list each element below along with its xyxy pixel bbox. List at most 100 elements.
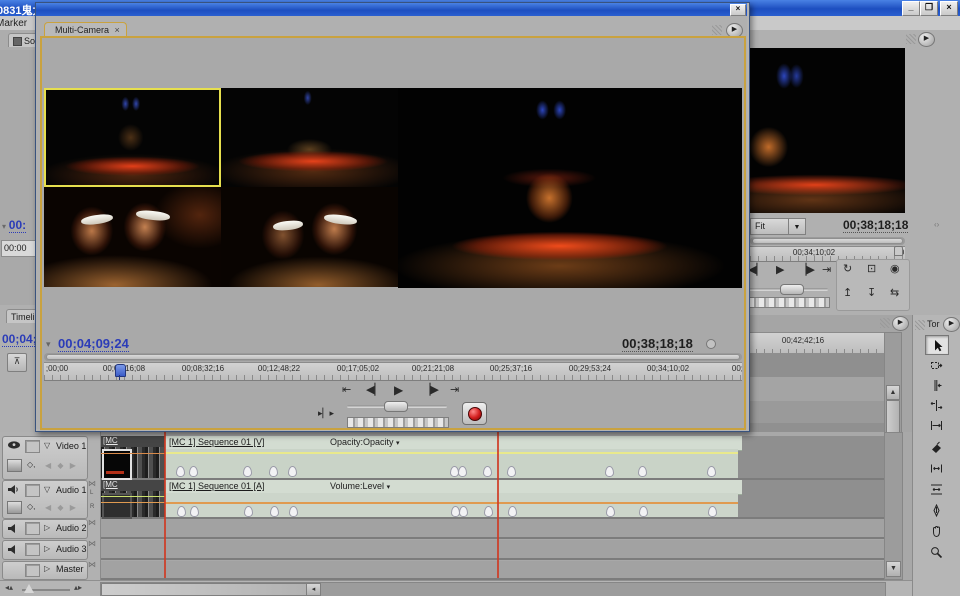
program-playhead[interactable] [894,246,903,256]
keyframe-marker[interactable] [605,466,614,477]
program-shuttle-handle[interactable] [780,284,804,295]
tool-pen[interactable] [925,501,947,519]
record-button[interactable] [462,402,487,425]
program-jog-disk[interactable] [748,297,830,308]
camera-2-preview[interactable] [221,88,398,187]
goto-out-button[interactable]: ⇥ [450,383,459,397]
play-button[interactable]: ▶ [394,383,403,397]
timeline-vscrollbar-lower[interactable]: ▼ [884,432,903,580]
keyframe-marker[interactable] [508,506,517,517]
output-button[interactable]: ◉ [890,262,900,276]
tab-timeline[interactable]: Timeli [6,309,38,323]
tool-selection[interactable] [925,335,949,355]
program-play-button[interactable]: ▶ [776,263,784,277]
video-clip-2[interactable]: [MC 1] Sequence 01 [V] Opacity:Opacity ▾ [165,436,738,478]
keyframe-marker[interactable] [708,506,717,517]
step-forward-button[interactable]: ▕▶ [422,383,439,397]
clip-effect-selector[interactable]: Opacity:Opacity ▾ [330,437,400,447]
program-panel-menu-button[interactable]: ▶ [918,32,935,47]
timeline-timecode[interactable]: 00;04; [2,332,37,347]
keyframe-marker[interactable] [190,506,199,517]
tool-razor[interactable] [925,438,947,456]
hscroll-thumb[interactable] [101,583,308,596]
safe-margins-button[interactable]: ⊡ [867,262,876,276]
keyframe-nav-icons[interactable]: ◀ ◆ ▶ [45,503,78,512]
keyframe-marker[interactable] [638,466,647,477]
shuttle-handle[interactable] [384,401,408,412]
timeline-panel-menu-button[interactable]: ▶ [892,316,909,331]
set-display-style-button[interactable] [7,459,22,472]
keyframe-nav-icons[interactable]: ◀ ◆ ▶ [45,461,78,470]
vscroll-thumb[interactable] [886,400,900,432]
track-output-speaker-icon[interactable] [7,523,19,537]
audio-clip-2[interactable]: [MC 1] Sequence 01 [A] Volume:Level ▾ [165,480,738,517]
goto-in-button[interactable]: ⇤ [342,383,351,397]
track-name[interactable]: Audio 3 [56,544,87,554]
keyframe-marker[interactable] [459,506,468,517]
collapse-icon[interactable]: ▽ [44,485,50,494]
multicam-close-button[interactable]: × [730,4,746,16]
menu-item-marker[interactable]: Marker [0,18,27,29]
scroll-left-button[interactable]: ◂ [306,583,321,596]
clip-effect-selector[interactable]: Volume:Level ▾ [330,481,390,491]
track-content-master[interactable] [101,561,884,580]
zoom-slider-handle[interactable] [24,584,34,593]
jog-disk[interactable] [347,417,449,428]
add-keyframe-button[interactable]: ◇, [27,460,35,469]
track-name[interactable]: Audio 1 [56,485,87,495]
track-name[interactable]: Master [56,564,84,574]
tool-ripple-edit[interactable] [925,376,947,394]
multicam-current-timecode[interactable]: 00;04;09;24 [58,336,129,352]
snap-toggle[interactable]: ⊼ [7,353,27,372]
camera-1-preview[interactable] [44,88,221,187]
loop-button[interactable]: ↻ [843,262,852,276]
keyframe-marker[interactable] [289,506,298,517]
keyframe-marker[interactable] [176,466,185,477]
zoom-level-select[interactable]: Fit [750,218,792,235]
track-name[interactable]: Video 1 [56,441,86,451]
track-lock-toggle[interactable] [25,440,40,453]
program-goto-out-button[interactable]: ⇥ [822,263,831,277]
tool-slide[interactable] [925,480,947,498]
track-output-speaker-icon[interactable] [7,544,19,558]
multicam-viewing-area-bar[interactable] [44,353,742,361]
program-viewing-area-bar[interactable] [750,237,905,245]
keyframe-marker[interactable] [639,506,648,517]
collapse-icon[interactable]: ▽ [44,441,50,450]
tool-rate-stretch[interactable] [925,416,947,434]
minimize-button[interactable]: _ [902,1,920,16]
multicam-ruler[interactable]: ;00;0000;04;16;0800;08;32;1600;12;48;220… [44,362,742,381]
timeline-vscrollbar[interactable]: ▲ [884,332,902,432]
tools-panel-menu-button[interactable]: ▶ [943,317,960,332]
keyframe-marker[interactable] [483,466,492,477]
lift-button[interactable]: ↥ [843,286,852,300]
keyframe-marker[interactable] [507,466,516,477]
zoom-in-button[interactable]: ▴▸ [74,583,82,592]
keyframe-marker[interactable] [288,466,297,477]
collapse-icon[interactable]: ▷ [44,564,50,573]
track-content-audio2[interactable] [101,519,884,539]
set-display-style-button[interactable] [7,501,22,514]
keyframe-marker[interactable] [707,466,716,477]
zoom-out-button[interactable]: ◂▴ [5,583,13,592]
track-lock-toggle[interactable] [25,564,40,577]
keyframe-marker[interactable] [177,506,186,517]
track-output-speaker-icon[interactable] [7,484,19,498]
tool-rolling-edit[interactable] [925,396,947,414]
keyframe-marker[interactable] [270,506,279,517]
tool-hand[interactable] [925,522,947,540]
keyframe-marker[interactable] [484,506,493,517]
scroll-up-button[interactable]: ▲ [886,385,900,400]
close-button[interactable]: × [940,1,958,16]
multicam-titlebar[interactable]: × [36,3,747,16]
audio-clip-1[interactable]: [MC [101,480,165,517]
program-step-forward-button[interactable]: ▕▶ [798,263,815,277]
collapse-icon[interactable]: ▷ [44,544,50,553]
track-content-audio3[interactable] [101,540,884,560]
play-around-button[interactable]: ▸▏▸ [318,406,334,420]
track-lock-toggle[interactable] [25,484,40,497]
camera-4-preview[interactable] [221,187,398,287]
timeline-hscrollbar[interactable]: ◂ [100,582,886,596]
scroll-down-button[interactable]: ▼ [886,561,901,577]
keyframe-marker[interactable] [244,506,253,517]
